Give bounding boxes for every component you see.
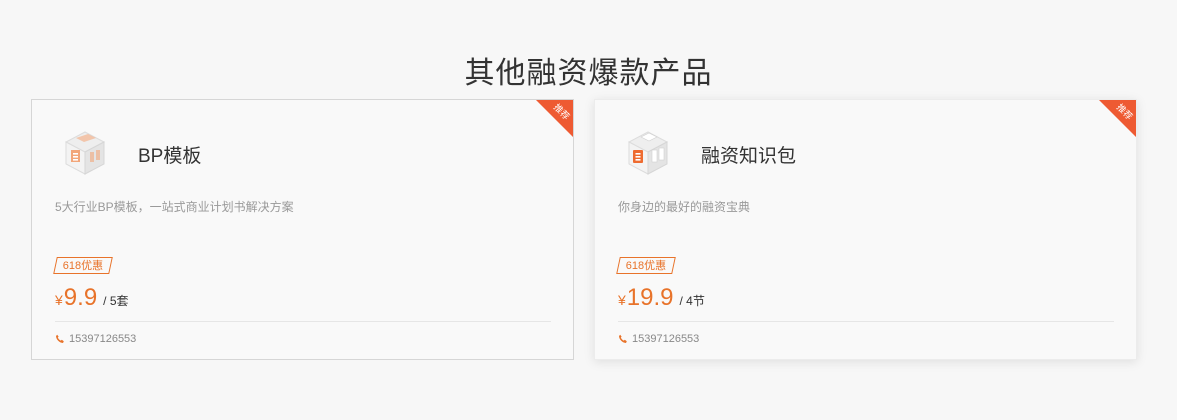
product-card-bp-template[interactable]: 推荐 BP模板 5大行业BP模板，一站式商业计划书解决方案 618优惠 ¥9.9… [31, 99, 574, 360]
financing-knowledge-box-icon [627, 131, 669, 175]
product-name[interactable]: 融资知识包 [701, 141, 796, 168]
divider [618, 321, 1114, 322]
price-row: ¥9.9 / 5套 [55, 284, 129, 316]
section-title: 其他融资爆款产品 [464, 57, 713, 90]
price-unit: / 5套 [103, 294, 129, 308]
currency-symbol: ¥ [618, 292, 626, 308]
bp-template-box-icon [64, 131, 106, 175]
phone-icon [619, 334, 627, 343]
promo-tag: 618优惠 [616, 257, 677, 274]
price-row: ¥19.9 / 4节 [618, 284, 705, 316]
product-description: 你身边的最好的融资宝典 [618, 200, 751, 214]
contact-phone[interactable]: 15397126553 [618, 333, 699, 345]
contact-phone[interactable]: 15397126553 [55, 333, 136, 345]
promo-tag-label: 618优惠 [62, 260, 104, 272]
product-card-financing-knowledge[interactable]: 推荐 融资知识包 你身边的最好的融资宝典 618优惠 ¥19.9/ 4节 153… [594, 99, 1137, 360]
promo-tag: 618优惠 [53, 257, 114, 274]
price-unit: / 4节 [679, 294, 705, 308]
phone-icon [56, 334, 64, 343]
product-description: 5大行业BP模板，一站式商业计划书解决方案 [55, 200, 294, 214]
price-value: 9.9 [63, 284, 98, 311]
price-value: 19.9 [626, 284, 674, 311]
divider [55, 321, 551, 322]
promo-tag-label: 618优惠 [625, 260, 667, 272]
page: 其他融资爆款产品 推荐 BP模板 5大行业BP模板，一站式商业计划书解决方案 6… [0, 0, 1177, 420]
currency-symbol: ¥ [55, 292, 63, 308]
phone-number: 15397126553 [69, 333, 137, 345]
product-name[interactable]: BP模板 [138, 141, 201, 168]
phone-number: 15397126553 [632, 333, 700, 345]
